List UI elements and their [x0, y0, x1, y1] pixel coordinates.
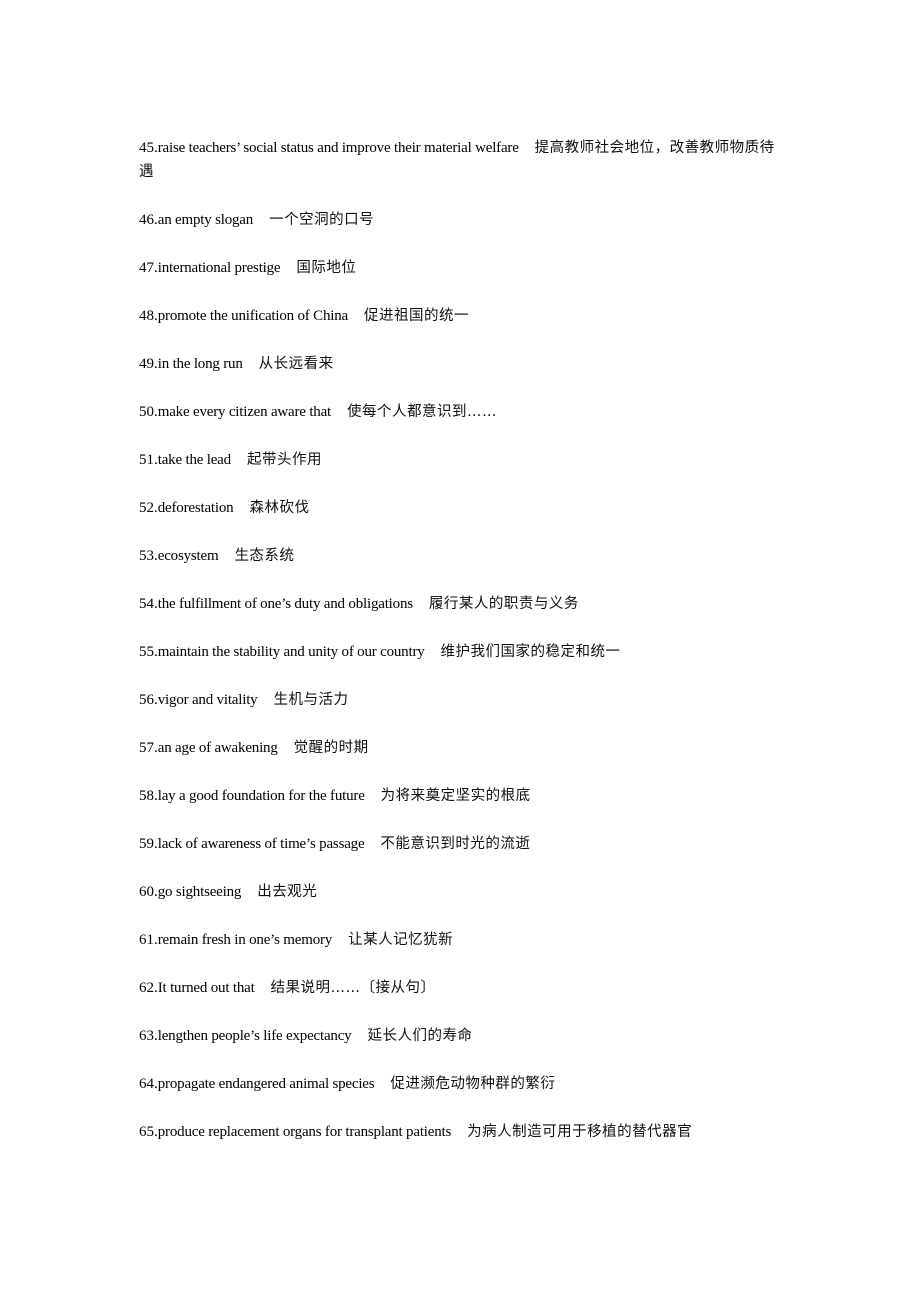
english-phrase: propagate endangered animal species: [157, 1076, 375, 1092]
english-phrase: promote the unification of China: [157, 308, 348, 324]
chinese-translation: 不能意识到时光的流逝: [380, 836, 531, 852]
chinese-translation: 履行某人的职责与义务: [428, 596, 579, 612]
phrase-entry-56: 56.vigor and vitality 生机与活力: [139, 688, 789, 712]
english-phrase: make every citizen aware that: [157, 404, 332, 420]
entry-number: 65.: [139, 1124, 158, 1140]
phrase-entry-51: 51.take the lead 起带头作用: [139, 448, 789, 472]
chinese-translation: 让某人记忆犹新: [348, 932, 454, 948]
entry-number: 52.: [139, 500, 158, 516]
entry-number: 47.: [139, 260, 158, 276]
phrase-entry-57: 57.an age of awakening 觉醒的时期: [139, 736, 789, 760]
english-phrase: deforestation: [157, 500, 234, 516]
chinese-translation: 促进濒危动物种群的繁衍: [390, 1076, 556, 1092]
entry-number: 58.: [139, 788, 158, 804]
entry-number: 60.: [139, 884, 158, 900]
phrase-entry-54: 54.the fulfillment of one’s duty and obl…: [139, 592, 789, 616]
entry-number: 49.: [139, 356, 158, 372]
chinese-translation: 觉醒的时期: [293, 740, 369, 756]
phrase-entry-48: 48.promote the unification of China 促进祖国的…: [139, 304, 789, 328]
phrase-entry-52: 52.deforestation 森林砍伐: [139, 496, 789, 520]
chinese-translation: 使每个人都意识到……: [347, 404, 498, 420]
english-phrase: lack of awareness of time’s passage: [157, 836, 365, 852]
entry-number: 56.: [139, 692, 158, 708]
english-phrase: the fulfillment of one’s duty and obliga…: [157, 596, 413, 612]
english-phrase: lay a good foundation for the future: [157, 788, 365, 804]
entry-number: 62.: [139, 980, 158, 996]
phrase-entry-55: 55.maintain the stability and unity of o…: [139, 640, 789, 664]
chinese-translation: 延长人们的寿命: [367, 1028, 473, 1044]
document-page: 45.raise teachers’ social status and imp…: [139, 136, 789, 1168]
english-phrase: remain fresh in one’s memory: [157, 932, 333, 948]
phrase-entry-62: 62.It turned out that 结果说明……〔接从句〕: [139, 976, 789, 1000]
english-phrase: go sightseeing: [157, 884, 242, 900]
chinese-translation: 为将来奠定坚实的根底: [380, 788, 531, 804]
entry-number: 64.: [139, 1076, 158, 1092]
english-phrase: ecosystem: [157, 548, 219, 564]
phrase-entry-60: 60.go sightseeing 出去观光: [139, 880, 789, 904]
entry-number: 54.: [139, 596, 158, 612]
phrase-entry-59: 59.lack of awareness of time’s passage 不能…: [139, 832, 789, 856]
english-phrase: take the lead: [157, 452, 231, 468]
english-phrase: an empty slogan: [157, 212, 254, 228]
english-phrase: produce replacement organs for transplan…: [157, 1124, 452, 1140]
phrase-entry-45: 45.raise teachers’ social status and imp…: [139, 136, 789, 184]
english-phrase: international prestige: [157, 260, 281, 276]
phrase-entry-63: 63.lengthen people’s life expectancy 延长人们…: [139, 1024, 789, 1048]
chinese-translation: 森林砍伐: [249, 500, 310, 516]
phrase-entry-53: 53.ecosystem 生态系统: [139, 544, 789, 568]
phrase-entry-58: 58.lay a good foundation for the future 为…: [139, 784, 789, 808]
english-phrase: vigor and vitality: [157, 692, 258, 708]
phrase-entry-49: 49.in the long run 从长远看来: [139, 352, 789, 376]
entry-number: 46.: [139, 212, 158, 228]
english-phrase: an age of awakening: [157, 740, 278, 756]
chinese-translation: 出去观光: [257, 884, 318, 900]
phrase-entry-50: 50.make every citizen aware that 使每个人都意识到…: [139, 400, 789, 424]
entry-number: 57.: [139, 740, 158, 756]
chinese-translation: 一个空洞的口号: [269, 212, 375, 228]
phrase-entry-46: 46.an empty slogan 一个空洞的口号: [139, 208, 789, 232]
entry-number: 55.: [139, 644, 158, 660]
chinese-translation: 结果说明……〔接从句〕: [270, 980, 436, 996]
english-phrase: raise teachers’ social status and improv…: [157, 140, 519, 156]
phrase-entry-47: 47.international prestige 国际地位: [139, 256, 789, 280]
entry-number: 59.: [139, 836, 158, 852]
phrase-entry-61: 61.remain fresh in one’s memory 让某人记忆犹新: [139, 928, 789, 952]
english-phrase: maintain the stability and unity of our …: [157, 644, 425, 660]
entry-number: 51.: [139, 452, 158, 468]
chinese-translation: 起带头作用: [246, 452, 322, 468]
chinese-translation: 国际地位: [296, 260, 357, 276]
entry-number: 45.: [139, 140, 158, 156]
entry-number: 61.: [139, 932, 158, 948]
english-phrase: It turned out that: [157, 980, 255, 996]
chinese-translation: 促进祖国的统一: [363, 308, 469, 324]
entry-number: 48.: [139, 308, 158, 324]
chinese-translation: 从长远看来: [258, 356, 334, 372]
chinese-translation: 生机与活力: [273, 692, 349, 708]
phrase-entry-64: 64.propagate endangered animal species 促进…: [139, 1072, 789, 1096]
chinese-translation: 为病人制造可用于移植的替代器官: [467, 1124, 693, 1140]
phrase-entry-65: 65.produce replacement organs for transp…: [139, 1120, 789, 1144]
english-phrase: in the long run: [157, 356, 243, 372]
chinese-translation: 维护我们国家的稳定和统一: [440, 644, 621, 660]
chinese-translation: 生态系统: [234, 548, 295, 564]
entry-number: 50.: [139, 404, 158, 420]
entry-number: 53.: [139, 548, 158, 564]
english-phrase: lengthen people’s life expectancy: [157, 1028, 352, 1044]
entry-number: 63.: [139, 1028, 158, 1044]
